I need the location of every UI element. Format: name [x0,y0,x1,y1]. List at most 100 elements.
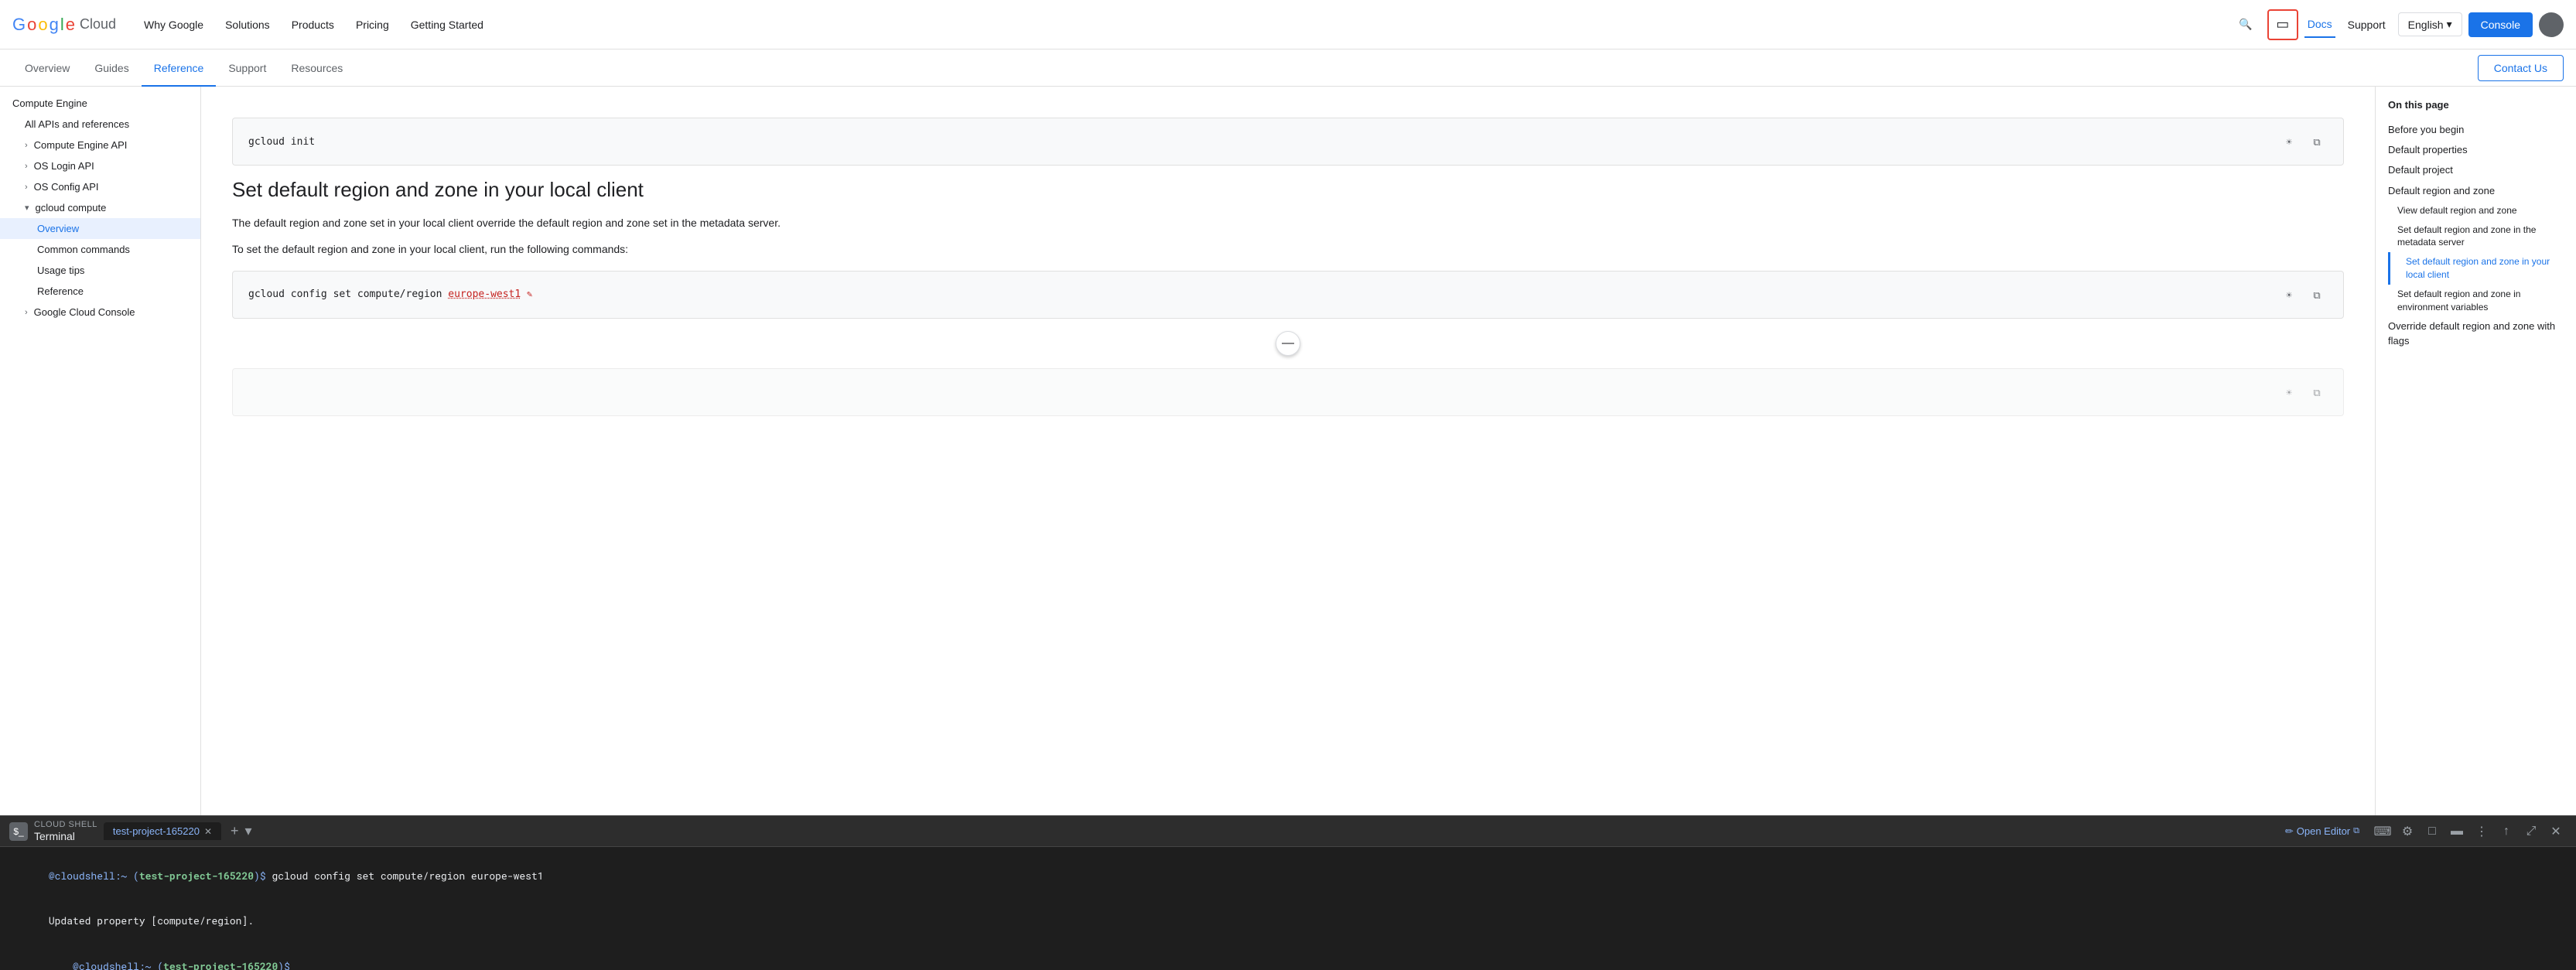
toc-item-set-local-wrap: Set default region and zone in your loca… [2388,252,2564,285]
terminal-line-3: @cloudshell:~ (test-project-165220)$ [12,944,2564,970]
tab-resources[interactable]: Resources [278,50,355,87]
sidebar-item-compute-engine-api[interactable]: › Compute Engine API [0,135,200,155]
copy-button-zone[interactable]: ⧉ [2306,381,2328,403]
terminal-panel: $_ CLOUD SHELL Terminal test-project-165… [0,815,2576,970]
nav-getting-started[interactable]: Getting Started [401,12,493,37]
cloud-shell-button[interactable]: ▭ [2267,9,2298,40]
chevron-down-icon-sidebar: ▾ [25,203,29,213]
keyboard-button[interactable]: ⌨ [2372,821,2393,842]
chevron-right-icon-3: › [25,183,28,192]
terminal-label: CLOUD SHELL [34,820,97,830]
sidebar-item-compute-engine[interactable]: Compute Engine [0,93,200,114]
terminal-at-cloud-2: @cloudshell:~ ( [49,959,163,970]
sidebar-item-reference[interactable]: Reference [0,281,200,302]
tab-overview[interactable]: Overview [12,50,82,87]
toc-item-set-local[interactable]: Set default region and zone in your loca… [2397,252,2564,285]
toc-header: On this page [2388,99,2564,111]
search-icon: 🔍 [2239,18,2252,31]
contact-us-button[interactable]: Contact Us [2478,55,2564,81]
sidebar-item-common-commands[interactable]: Common commands [0,239,200,260]
scroll-button[interactable]: — [1276,331,1300,356]
more-button[interactable]: ⋮ [2471,821,2492,842]
toc-item-default-region-zone[interactable]: Default region and zone [2388,181,2564,201]
docs-link[interactable]: Docs [2304,12,2335,38]
nav-why-google[interactable]: Why Google [135,12,213,37]
logo-g: G [12,15,26,35]
nav-products[interactable]: Products [282,12,343,37]
terminal-body[interactable]: @cloudshell:~ (test-project-165220)$ gcl… [0,847,2576,970]
sidebar-item-gcloud-compute[interactable]: ▾ gcloud compute [0,197,200,218]
terminal-add-button[interactable]: + [231,823,239,839]
nav-solutions[interactable]: Solutions [216,12,279,37]
toc-item-set-metadata[interactable]: Set default region and zone in the metad… [2388,220,2564,253]
terminal-icon: ▭ [2276,16,2289,32]
nav-pricing[interactable]: Pricing [347,12,398,37]
dark-mode-button[interactable]: ☀ [2278,131,2300,152]
nav-right: 🔍 ▭ Docs Support English ▾ Console [2230,9,2564,40]
tab-reference[interactable]: Reference [142,50,217,87]
open-editor-button[interactable]: ✏ Open Editor ⧉ [2279,822,2366,841]
copy-icon: ⧉ [2313,135,2320,149]
tab-support[interactable]: Support [216,50,278,87]
avatar[interactable] [2539,12,2564,37]
code-actions-region: ☀ ⧉ [2278,284,2328,306]
dark-mode-icon-3: ☀ [2286,385,2292,399]
chevron-right-icon: › [25,141,28,150]
sidebar-item-google-cloud-console[interactable]: › Google Cloud Console [0,302,200,323]
dark-mode-button-3[interactable]: ☀ [2278,381,2300,403]
tab-guides[interactable]: Guides [82,50,141,87]
tabs-bar: Overview Guides Reference Support Resour… [0,50,2576,87]
collapse-button[interactable]: ↑ [2496,821,2517,842]
terminal-icon-actions: ⌨ ⚙ □ ▬ ⋮ ↑ ⤢ ✕ [2372,821,2567,842]
dark-mode-button-2[interactable]: ☀ [2278,284,2300,306]
logo-cloud: Cloud [80,16,116,32]
terminal-dropdown-button[interactable]: ▾ [245,823,252,839]
nav-links: Why Google Solutions Products Pricing Ge… [135,12,2224,37]
dark-mode-icon-2: ☀ [2286,288,2292,302]
logo-area: Google Cloud [12,15,116,35]
toc-item-before-you-begin[interactable]: Before you begin [2388,120,2564,140]
terminal-label-area: CLOUD SHELL Terminal [34,820,97,843]
code-init-text: gcloud init [248,136,315,148]
logo-o2: o [38,15,47,35]
terminal-toolbar: $_ CLOUD SHELL Terminal test-project-165… [0,816,2576,847]
scroll-down-icon: — [1282,336,1294,350]
sidebar-item-usage-tips[interactable]: Usage tips [0,260,200,281]
toc-item-default-properties[interactable]: Default properties [2388,140,2564,160]
tab-right-area: Contact Us [2478,55,2564,81]
terminal-tab[interactable]: test-project-165220 ✕ [104,822,221,840]
content-area: gcloud init ☀ ⧉ Set default region and z… [201,87,2375,815]
support-link[interactable]: Support [2342,12,2392,37]
sidebar-item-os-login-api[interactable]: › OS Login API [0,155,200,176]
sidebar-item-all-apis[interactable]: All APIs and references [0,114,200,135]
logo-e: e [66,15,75,35]
close-terminal-button[interactable]: ✕ [2545,821,2567,842]
section-title: Set default region and zone in your loca… [232,178,2344,202]
copy-button-init[interactable]: ⧉ [2306,131,2328,152]
google-logo[interactable]: Google Cloud [12,15,116,35]
toc-item-override-flags[interactable]: Override default region and zone with fl… [2388,316,2564,350]
sidebar: Compute Engine All APIs and references ›… [0,87,201,815]
search-button[interactable]: 🔍 [2230,9,2261,40]
settings-button[interactable]: ⚙ [2397,821,2418,842]
chevron-right-icon-2: › [25,162,28,171]
webcam-button[interactable]: □ [2421,821,2443,842]
new-window-button[interactable]: ⤢ [2520,821,2542,842]
language-button[interactable]: English ▾ [2398,12,2462,36]
toc-item-default-project[interactable]: Default project [2388,160,2564,180]
toc-item-set-env-vars[interactable]: Set default region and zone in environme… [2388,285,2564,317]
language-label: English [2408,19,2444,31]
layout-button[interactable]: ▬ [2446,821,2468,842]
terminal-prompt-end: )$ [254,869,272,883]
sidebar-item-os-config-api[interactable]: › OS Config API [0,176,200,197]
console-button[interactable]: Console [2468,12,2533,37]
paragraph-2: To set the default region and zone in yo… [232,241,2344,258]
toc-item-view-default[interactable]: View default region and zone [2388,201,2564,220]
terminal-at-cloud: @cloudshell:~ ( [49,869,139,883]
copy-button-region[interactable]: ⧉ [2306,284,2328,306]
code-actions-init: ☀ ⧉ [2278,131,2328,152]
terminal-close-icon[interactable]: ✕ [204,826,212,837]
region-value: europe-west1 [448,289,521,300]
code-region-text: gcloud config set compute/region europe-… [248,289,532,300]
sidebar-item-overview[interactable]: Overview [0,218,200,239]
